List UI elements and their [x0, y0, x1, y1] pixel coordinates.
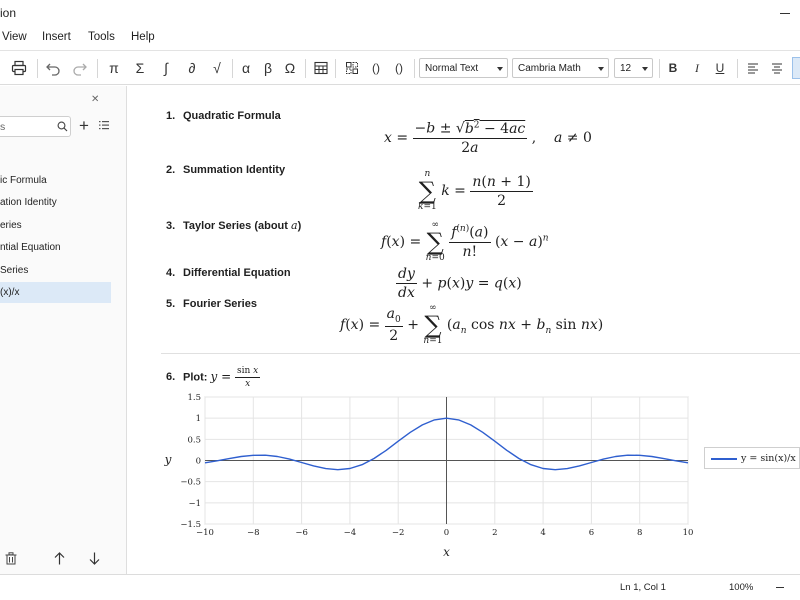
sigma-symbol-button[interactable]: Σ: [129, 57, 151, 79]
sidebar-item-label: Series: [0, 265, 29, 276]
alpha-symbol-button[interactable]: α: [235, 57, 257, 79]
menu-tools[interactable]: Tools: [88, 31, 115, 43]
sidebar-item-label: (x)/x: [0, 287, 20, 298]
underline-button[interactable]: U: [709, 57, 731, 79]
status-bar: Ln 1, Col 1 100%: [0, 574, 800, 600]
sidebar-item-differential[interactable]: ntial Equation: [0, 237, 111, 258]
sinc-plot[interactable]: −10 −8 −6 −4 −2 0 2 4 6 8 101.510.50−0.5−1−1.5xy: [128, 86, 800, 574]
x-axis-label: x: [443, 545, 450, 559]
sidebar-item-label: ation Identity: [0, 197, 57, 208]
toolbar-separator: [232, 59, 233, 78]
y-tick-label: 0.5: [187, 435, 201, 445]
add-icon[interactable]: +: [79, 116, 89, 136]
sidebar-item-label: ntial Equation: [0, 242, 61, 253]
app-window: ion View Insert Tools Help π Σ ∫ ∂ √ α β…: [0, 0, 800, 600]
x-tick-label: −6: [295, 528, 308, 538]
zoom-level[interactable]: 100%: [729, 582, 753, 593]
x-tick-label: 8: [637, 528, 642, 538]
align-center-icon[interactable]: [766, 57, 788, 79]
toolbar-separator: [37, 59, 38, 78]
sidebar-item-summation[interactable]: ation Identity: [0, 192, 111, 213]
style-select-value: Normal Text: [425, 63, 479, 74]
parentheses-button[interactable]: (): [388, 57, 410, 79]
align-right-button[interactable]: [792, 57, 800, 79]
x-tick-label: −8: [247, 528, 260, 538]
menu-insert[interactable]: Insert: [42, 31, 71, 43]
font-select-value: Cambria Math: [518, 63, 581, 74]
sidebar-item-plot[interactable]: (x)/x: [0, 282, 111, 303]
pi-symbol-button[interactable]: π: [103, 57, 125, 79]
y-tick-label: 0: [196, 457, 201, 467]
y-tick-label: 1.5: [187, 393, 201, 403]
integral-symbol-button[interactable]: ∫: [155, 57, 177, 79]
partial-symbol-button[interactable]: ∂: [181, 57, 203, 79]
minimize-button[interactable]: [776, 3, 796, 23]
menu-help[interactable]: Help: [131, 31, 155, 43]
toolbar-separator: [97, 59, 98, 78]
legend-label: y = sin(x)/x: [741, 453, 796, 464]
font-select[interactable]: Cambria Math: [512, 58, 609, 78]
style-select[interactable]: Normal Text: [419, 58, 508, 78]
x-tick-label: −4: [344, 528, 357, 538]
chevron-down-icon: [497, 67, 503, 71]
sqrt-symbol-button[interactable]: √: [206, 57, 228, 79]
move-up-icon[interactable]: [54, 552, 65, 565]
toolbar-separator: [305, 59, 306, 78]
y-tick-label: 1: [196, 414, 201, 424]
x-tick-label: 6: [589, 528, 594, 538]
list-icon[interactable]: [99, 120, 109, 130]
window-title: ion: [0, 6, 17, 20]
sidebar-item-label: ic Formula: [0, 175, 47, 186]
print-icon[interactable]: [8, 57, 30, 79]
menu-bar: View Insert Tools Help: [0, 27, 800, 50]
x-tick-label: −2: [392, 528, 405, 538]
chevron-down-icon: [642, 67, 648, 71]
sidebar-item-label: eries: [0, 220, 22, 231]
table-icon[interactable]: [310, 57, 332, 79]
search-placeholder: s: [0, 121, 6, 133]
font-size-value: 12: [620, 63, 632, 74]
zoom-out-icon[interactable]: [776, 587, 784, 588]
title-bar: ion: [0, 0, 800, 27]
font-size-select[interactable]: 12: [614, 58, 653, 78]
y-tick-label: −0.5: [180, 478, 201, 488]
trash-icon[interactable]: [5, 552, 17, 565]
sidebar-item-quadratic[interactable]: ic Formula: [0, 170, 111, 191]
cursor-position: Ln 1, Col 1: [620, 582, 666, 593]
matrix-icon[interactable]: [341, 57, 363, 79]
search-input[interactable]: s: [0, 116, 71, 137]
collapse-icon[interactable]: ✕: [91, 94, 99, 105]
y-tick-label: −1: [188, 499, 201, 509]
brackets-button[interactable]: (): [365, 57, 387, 79]
y-tick-label: −1.5: [180, 520, 201, 530]
sidebar-item-taylor[interactable]: eries: [0, 215, 111, 236]
align-left-icon[interactable]: [742, 57, 764, 79]
redo-icon[interactable]: [69, 57, 91, 79]
search-icon: [57, 121, 68, 132]
move-down-icon[interactable]: [89, 552, 100, 565]
document-area[interactable]: 1. Quadratic Formula x = −b ± √b2 − 4ac 2a…: [128, 86, 800, 574]
x-tick-label: 10: [683, 528, 694, 538]
sidebar: ✕ s + ic Formula ation Identity eries nt…: [0, 86, 127, 574]
italic-button[interactable]: I: [686, 57, 708, 79]
sidebar-item-fourier[interactable]: Series: [0, 260, 111, 281]
beta-symbol-button[interactable]: β: [257, 57, 279, 79]
toolbar: π Σ ∫ ∂ √ α β Ω () () Normal Text Cambri…: [0, 50, 800, 85]
omega-symbol-button[interactable]: Ω: [279, 57, 301, 79]
x-tick-label: 2: [492, 528, 497, 538]
legend-line: [711, 458, 737, 460]
x-tick-label: 4: [540, 528, 545, 538]
y-axis-label: y: [164, 453, 172, 467]
bold-button[interactable]: B: [662, 57, 684, 79]
menu-view[interactable]: View: [2, 31, 27, 43]
toolbar-separator: [414, 59, 415, 78]
toolbar-separator: [737, 59, 738, 78]
chart-legend: y = sin(x)/x: [704, 447, 800, 469]
toolbar-separator: [659, 59, 660, 78]
chevron-down-icon: [598, 67, 604, 71]
toolbar-separator: [335, 59, 336, 78]
undo-icon[interactable]: [42, 57, 64, 79]
x-tick-label: 0: [444, 528, 449, 538]
